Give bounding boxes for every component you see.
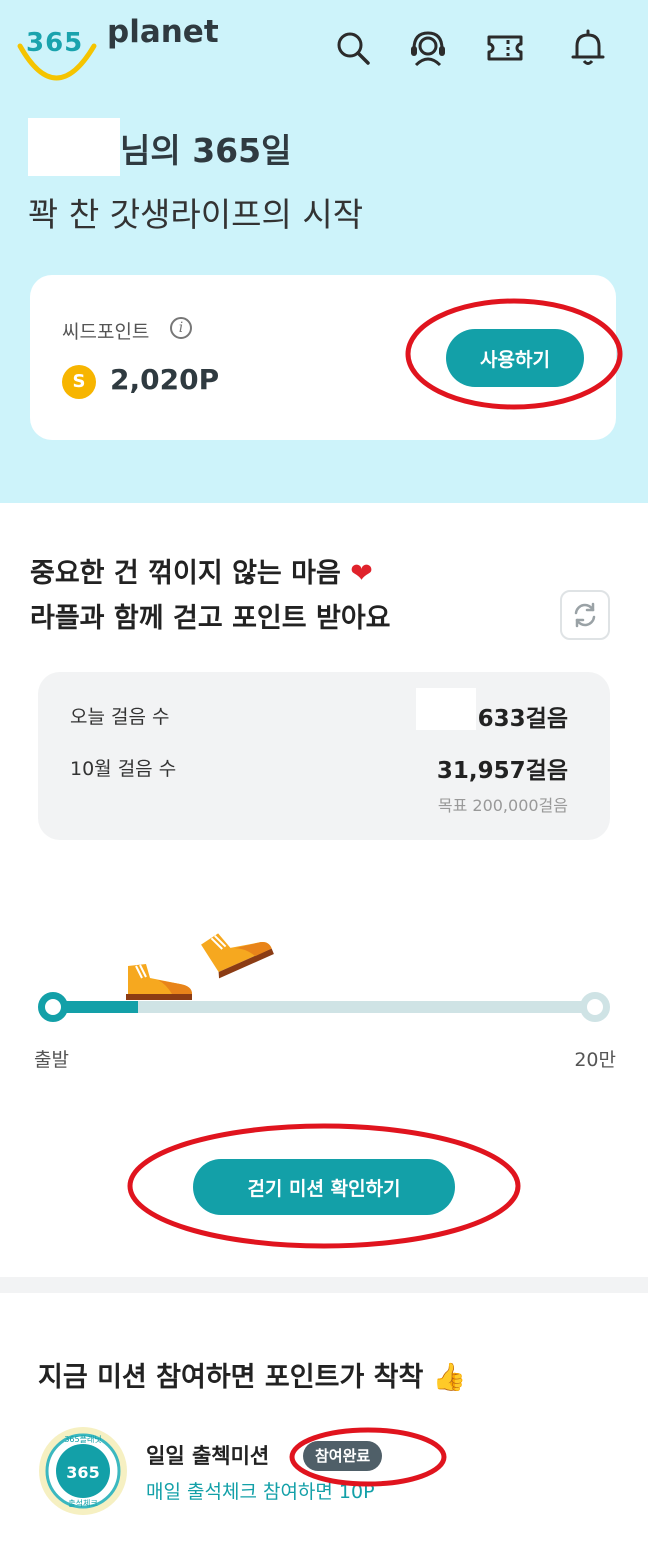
walking-title-line2: 라플과 함께 걷고 포인트 받아요	[30, 603, 391, 634]
steps-summary: 오늘 걸음 수 633걸음 10월 걸음 수 31,957걸음 목표 200,0…	[38, 672, 610, 840]
coin-icon: S	[62, 365, 96, 399]
month-steps-label: 10월 걸음 수	[70, 758, 177, 780]
top-banner: 365 planet 님의 365일 꽉 찬 갓생라이프의 시작 씨드포인트 i…	[0, 0, 648, 503]
progress-start-label: 출발	[34, 1049, 69, 1071]
month-steps-value: 31,957걸음	[436, 758, 568, 784]
user-name-redaction	[28, 118, 120, 176]
steps-progress-bar	[38, 992, 610, 1022]
badge-number: 365	[66, 1463, 99, 1482]
badge-top-text: 365플래닛	[64, 1434, 101, 1444]
mission-status-badge: 참여완료	[303, 1441, 383, 1471]
walking-title: 중요한 건 꺾이지 않는 마음 ❤ 라플과 함께 걷고 포인트 받아요	[30, 551, 391, 641]
use-points-button[interactable]: 사용하기	[446, 329, 584, 387]
seed-point-label: 씨드포인트	[62, 321, 150, 343]
mission-item-title[interactable]: 일일 출첵미션	[146, 1440, 269, 1470]
info-icon[interactable]: i	[170, 317, 192, 339]
thumbs-up-icon: 👍	[432, 1362, 467, 1393]
ticket-icon[interactable]	[483, 26, 527, 70]
refresh-button[interactable]	[560, 590, 610, 640]
today-steps-value: 633걸음	[477, 706, 568, 732]
badge-bottom-text: 출석체크	[68, 1498, 97, 1508]
shoe-icon	[201, 933, 274, 979]
section-divider	[0, 1277, 648, 1293]
progress-end-dot	[580, 992, 610, 1022]
missions-title: 지금 미션 참여하면 포인트가 착착 👍	[38, 1355, 466, 1394]
refresh-icon	[574, 602, 596, 628]
steps-goal: 목표 200,000걸음	[437, 796, 568, 815]
greeting-subtitle: 꽉 찬 갓생라이프의 시작	[28, 195, 364, 234]
app-logo[interactable]: 365 planet	[14, 12, 219, 84]
search-icon[interactable]	[331, 26, 375, 70]
attendance-badge-icon[interactable]: 365플래닛 365 출석체크	[38, 1426, 128, 1516]
bell-icon[interactable]	[566, 26, 610, 70]
logo-word: planet	[107, 14, 219, 50]
seed-point-value: 2,020P	[110, 363, 220, 396]
progress-start-dot	[38, 992, 68, 1022]
heart-icon: ❤	[350, 558, 373, 589]
today-steps-label: 오늘 걸음 수	[70, 706, 170, 728]
progress-end-label: 20만	[574, 1049, 616, 1071]
greeting-title: 님의 365일	[120, 131, 292, 170]
steps-redaction	[416, 688, 476, 730]
walking-title-line1: 중요한 건 꺾이지 않는 마음	[30, 558, 341, 589]
mission-item-subtitle: 매일 출석체크 참여하면 10P	[146, 1481, 375, 1503]
seed-point-card: 씨드포인트 i S 2,020P 사용하기	[30, 275, 616, 440]
walking-mission-button[interactable]: 걷기 미션 확인하기	[193, 1159, 455, 1215]
support-headset-icon[interactable]	[406, 26, 450, 70]
missions-title-text: 지금 미션 참여하면 포인트가 착착	[38, 1362, 424, 1393]
logo-number: 365	[26, 28, 84, 58]
